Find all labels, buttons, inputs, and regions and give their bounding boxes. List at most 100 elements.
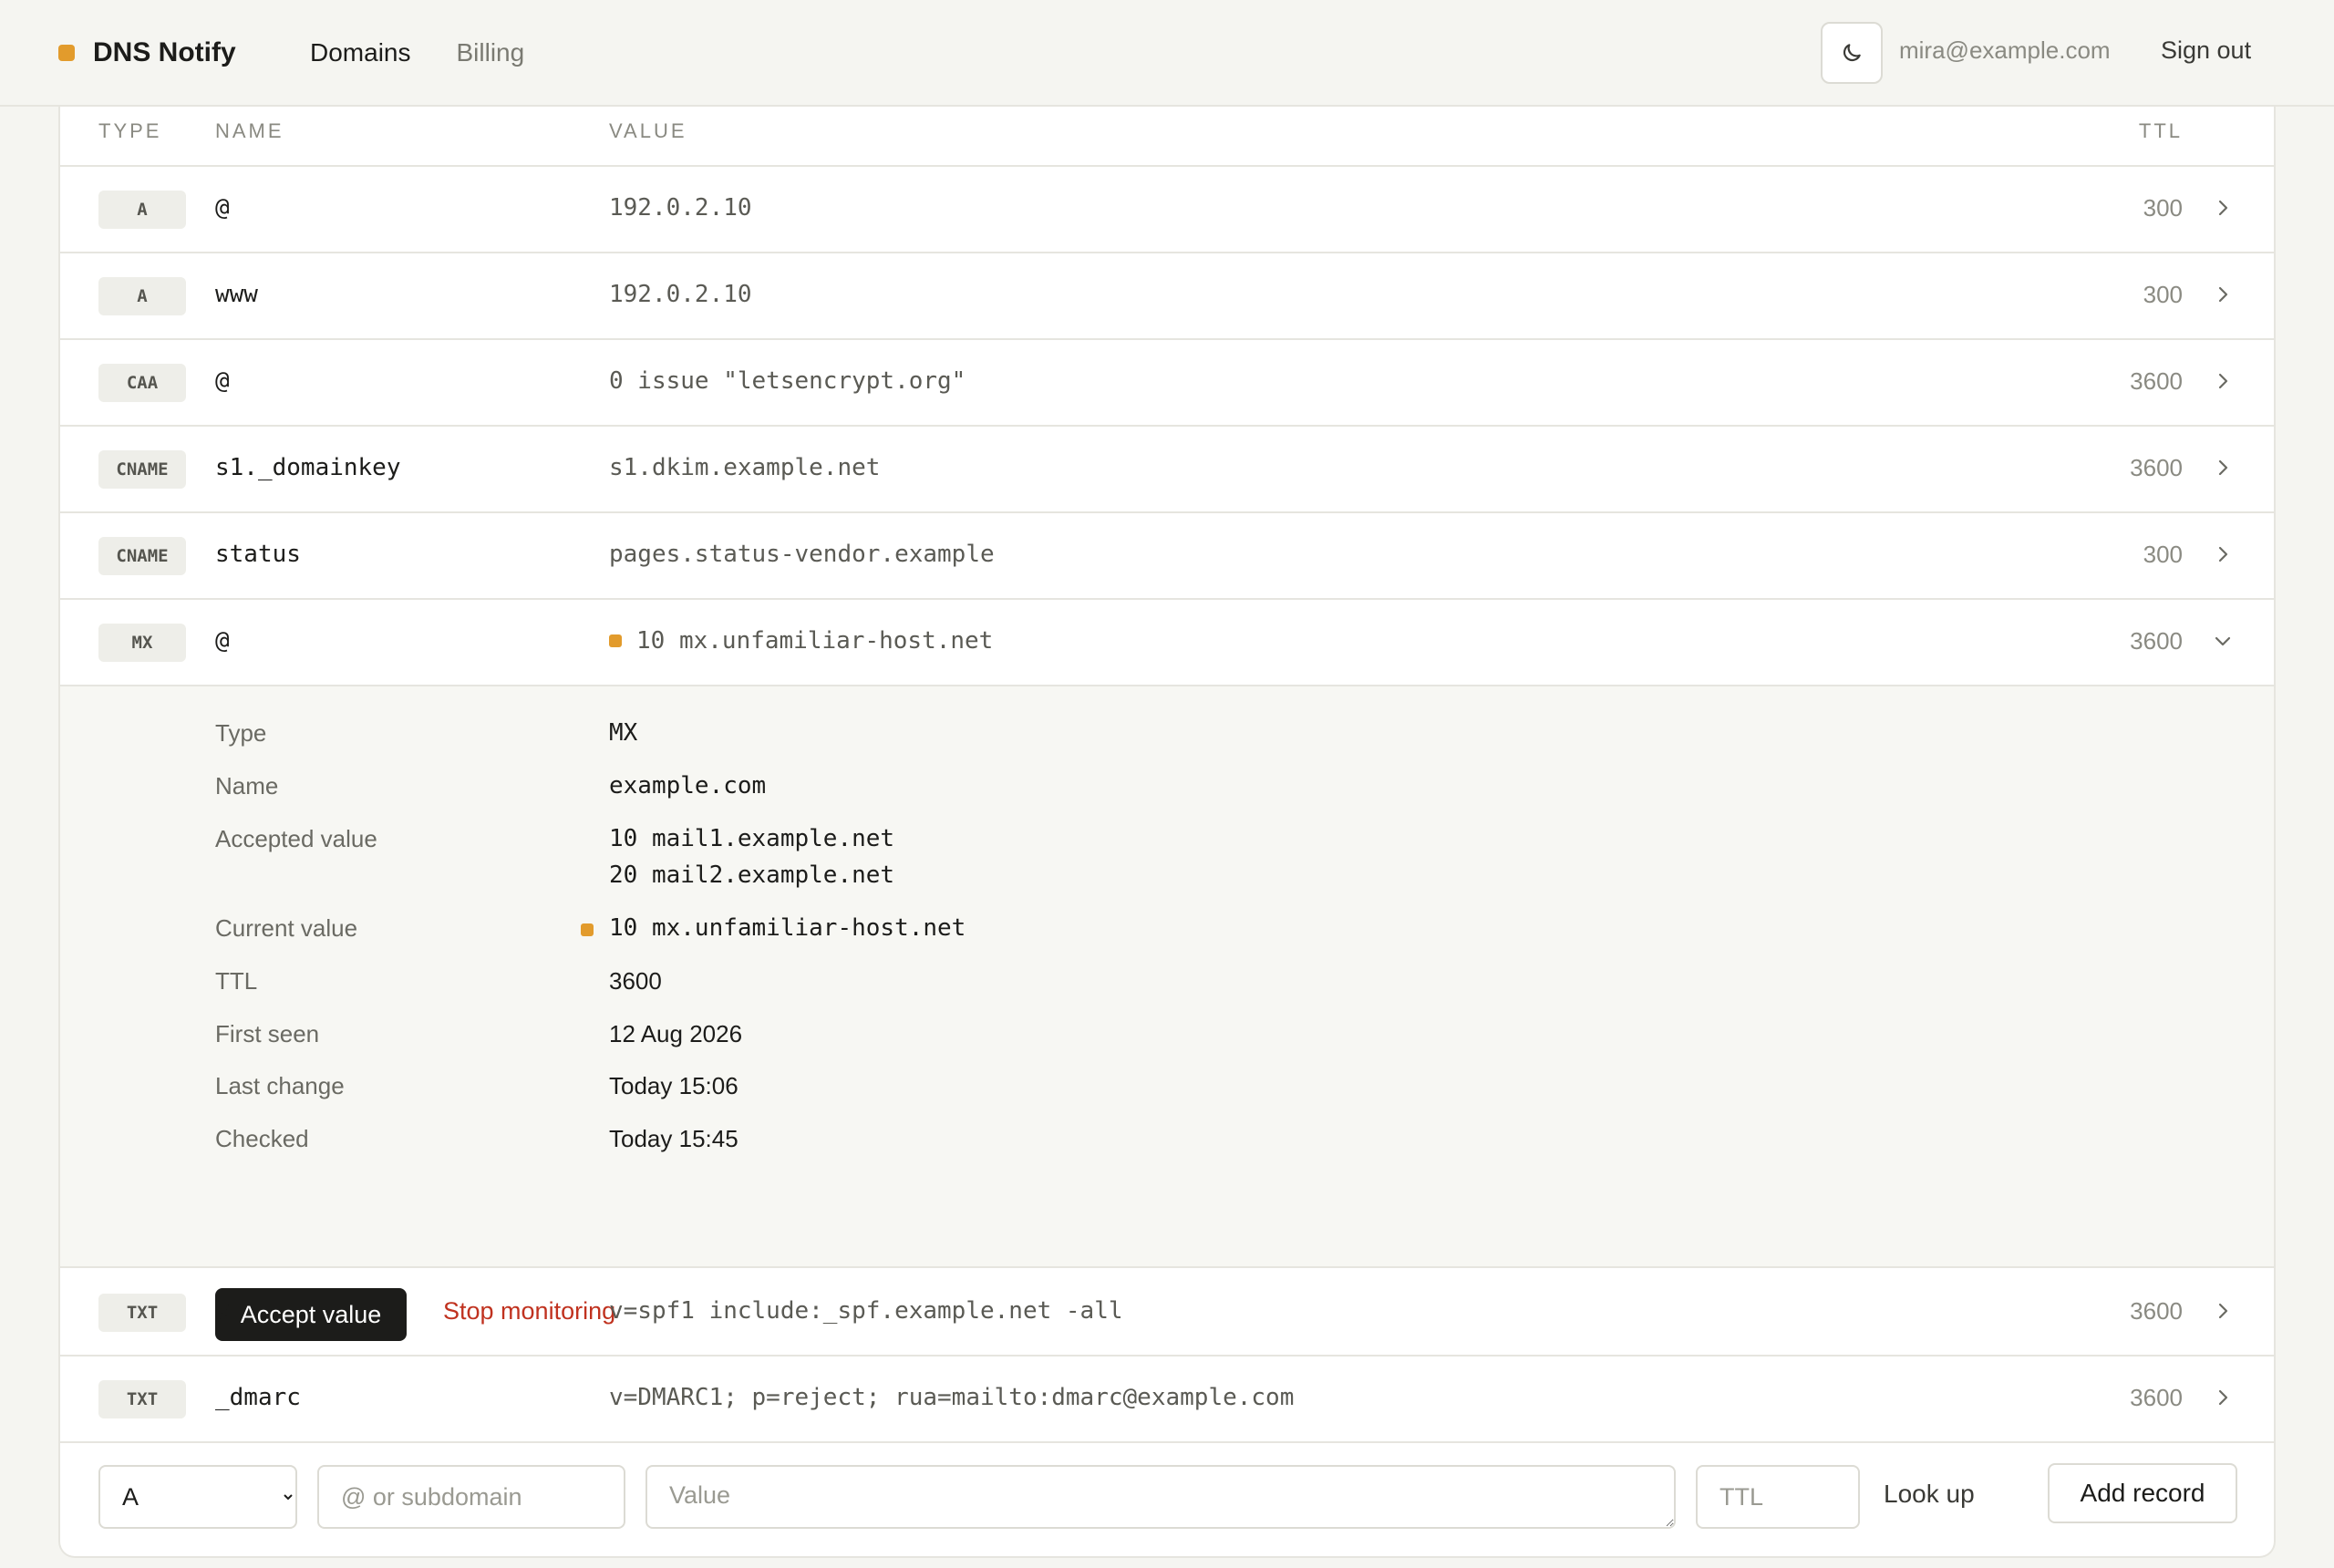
record-value: v=DMARC1; p=reject; rua=mailto:dmarc@exa… [609, 1384, 1294, 1411]
record-value-text: pages.status-vendor.example [609, 541, 995, 568]
brand-logo-icon [58, 45, 75, 61]
chevron-right-icon[interactable] [2212, 543, 2234, 565]
record-name-input[interactable] [317, 1465, 625, 1529]
detail-label-ttl: TTL [215, 967, 258, 995]
table-row[interactable]: TXT _dmarc v=DMARC1; p=reject; rua=mailt… [60, 1357, 2274, 1443]
nav-item-domains[interactable]: Domains [310, 38, 410, 67]
detail-value-name: example.com [609, 772, 767, 799]
record-value-text: v=spf1 include:_spf.example.net -all [609, 1297, 1123, 1325]
record-name: s1._domainkey [215, 454, 401, 481]
record-value-text: 192.0.2.10 [609, 194, 752, 222]
record-value: 192.0.2.10 [609, 281, 752, 308]
table-row[interactable]: TXT @ v=spf1 include:_spf.example.net -a… [60, 1270, 2274, 1357]
detail-label-accepted: Accepted value [215, 825, 377, 852]
changed-indicator-icon [609, 634, 622, 647]
main-nav: Domains Billing [310, 35, 570, 71]
top-nav: DNS Notify Domains Billing mira@example.… [0, 0, 2334, 107]
record-value-text: 192.0.2.10 [609, 281, 752, 308]
user-email: mira@example.com [1899, 36, 2111, 64]
detail-value-first-seen: 12 Aug 2026 [609, 1020, 743, 1047]
detail-value-ttl: 3600 [609, 967, 662, 995]
brand[interactable]: DNS Notify [58, 35, 236, 71]
record-ttl: 3600 [2130, 454, 2183, 481]
record-ttl: 3600 [2130, 1297, 2183, 1325]
table-row[interactable]: CAA @ 0 issue "letsencrypt.org" 3600 [60, 340, 2274, 427]
column-header-value: VALUE [609, 119, 687, 142]
record-name: @ [215, 367, 230, 395]
brand-name: DNS Notify [93, 37, 236, 67]
detail-label-name: Name [215, 772, 279, 799]
detail-value-accepted-1: 10 mail1.example.net [609, 825, 895, 852]
table-row[interactable]: A @ 192.0.2.10 300 [60, 167, 2274, 253]
detail-label-type: Type [215, 719, 267, 747]
table-row-expanded[interactable]: MX @ 10 mx.unfamiliar-host.net 3600 [60, 600, 2274, 686]
chevron-down-icon[interactable] [2212, 630, 2234, 652]
record-type-badge: A [98, 277, 186, 315]
record-value-input[interactable] [645, 1465, 1676, 1529]
detail-value-type: MX [609, 719, 638, 747]
column-header-ttl: TTL [2138, 119, 2183, 142]
record-value-text: 10 mx.unfamiliar-host.net [636, 627, 994, 655]
add-record-button[interactable]: Add record [2048, 1463, 2237, 1523]
record-name: www [215, 281, 258, 308]
record-type-badge: CAA [98, 364, 186, 402]
chevron-right-icon[interactable] [2212, 457, 2234, 479]
chevron-right-icon[interactable] [2212, 1300, 2234, 1322]
record-value: s1.dkim.example.net [609, 454, 880, 481]
detail-value-last-change: Today 15:06 [609, 1072, 738, 1099]
detail-label-checked: Checked [215, 1125, 309, 1152]
record-value: 10 mx.unfamiliar-host.net [609, 627, 993, 655]
table-row[interactable]: CNAME status pages.status-vendor.example… [60, 513, 2274, 600]
record-ttl: 300 [2143, 541, 2183, 568]
table-row[interactable]: A www 192.0.2.10 300 [60, 253, 2274, 340]
moon-icon [1843, 44, 1861, 62]
record-type-badge: MX [98, 624, 186, 662]
nav-item-billing[interactable]: Billing [456, 38, 524, 67]
record-value: pages.status-vendor.example [609, 541, 995, 568]
record-name: status [215, 541, 301, 568]
detail-value-current: 10 mx.unfamiliar-host.net [609, 914, 966, 942]
record-type-badge: TXT [98, 1380, 186, 1418]
record-ttl: 3600 [2130, 1384, 2183, 1411]
record-value: v=spf1 include:_spf.example.net -all [609, 1297, 1123, 1325]
record-value: 0 issue "letsencrypt.org" [609, 367, 966, 395]
chevron-right-icon[interactable] [2212, 284, 2234, 305]
record-type-badge: CNAME [98, 537, 186, 575]
record-name: @ [215, 1297, 230, 1325]
detail-value-accepted-2: 20 mail2.example.net [609, 861, 895, 889]
theme-toggle-button[interactable] [1821, 22, 1883, 84]
record-type-badge: CNAME [98, 450, 186, 489]
column-header-name: NAME [215, 119, 284, 142]
changed-indicator-icon [581, 923, 594, 936]
record-detail-panel [60, 686, 2274, 1268]
sign-out-button[interactable]: Sign out [2161, 36, 2251, 65]
chevron-right-icon[interactable] [2212, 1387, 2234, 1408]
detail-value-checked: Today 15:45 [609, 1125, 738, 1152]
record-type-badge: A [98, 191, 186, 229]
record-ttl: 3600 [2130, 627, 2183, 655]
chevron-right-icon[interactable] [2212, 370, 2234, 392]
table-row[interactable]: CNAME s1._domainkey s1.dkim.example.net … [60, 427, 2274, 513]
record-value-text: 0 issue "letsencrypt.org" [609, 367, 966, 395]
record-type-badge: TXT [98, 1294, 186, 1332]
detail-label-current: Current value [215, 914, 358, 942]
record-type-select[interactable]: A AAAA CAA CNAME MX TXT [98, 1465, 297, 1529]
record-value-text: s1.dkim.example.net [609, 454, 881, 481]
chevron-right-icon[interactable] [2212, 197, 2234, 219]
record-name: _dmarc [215, 1384, 301, 1411]
detail-label-last-change: Last change [215, 1072, 345, 1099]
records-card: TYPE NAME VALUE TTL A @ 192.0.2.10 300 A… [58, 107, 2276, 1558]
record-ttl-input[interactable] [1696, 1465, 1860, 1529]
record-ttl: 300 [2143, 281, 2183, 308]
record-value-text: v=DMARC1; p=reject; rua=mailto:dmarc@exa… [609, 1384, 1295, 1411]
detail-label-first-seen: First seen [215, 1020, 320, 1047]
record-ttl: 3600 [2130, 367, 2183, 395]
table-header: TYPE NAME VALUE TTL [60, 107, 2274, 167]
column-header-type: TYPE [98, 119, 162, 142]
record-value: 192.0.2.10 [609, 194, 752, 222]
record-name: @ [215, 627, 230, 655]
look-up-button[interactable]: Look up [1884, 1480, 1975, 1509]
add-record-form: A AAAA CAA CNAME MX TXT Look up Add reco… [60, 1443, 2274, 1556]
record-name: @ [215, 194, 230, 222]
record-ttl: 300 [2143, 194, 2183, 222]
